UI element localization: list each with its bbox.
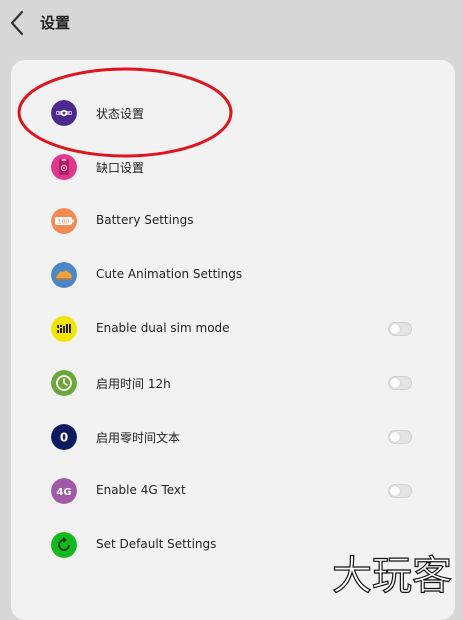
toggle-knob: [390, 324, 400, 334]
12h-time-toggle[interactable]: [388, 376, 412, 390]
setting-row-status[interactable]: 状态设置: [11, 86, 455, 140]
toggle-knob: [390, 378, 400, 388]
svg-text:0: 0: [60, 431, 68, 445]
setting-label: Battery Settings: [96, 213, 194, 227]
toggle-knob: [390, 486, 400, 496]
4g-text-toggle[interactable]: [388, 484, 412, 498]
chevron-left-icon: [10, 10, 24, 36]
zero-time-text-toggle[interactable]: [388, 430, 412, 444]
setting-label: 状态设置: [96, 107, 145, 121]
4g-icon: 4G: [51, 478, 77, 504]
dual-sim-icon: [51, 316, 77, 342]
clock-icon: [51, 370, 77, 396]
svg-text:4G: 4G: [56, 487, 71, 498]
setting-label: 启用零时间文本: [96, 431, 181, 445]
page-title: 设置: [40, 14, 71, 32]
notch-icon: [51, 154, 77, 180]
dual-sim-toggle[interactable]: [388, 322, 412, 336]
setting-row-zero-time-text[interactable]: 0 启用零时间文本: [11, 410, 455, 464]
toggle-knob: [390, 432, 400, 442]
back-button[interactable]: [6, 9, 32, 37]
setting-label: 缺口设置: [96, 161, 145, 175]
status-bar-icon: [51, 100, 77, 126]
setting-label: Set Default Settings: [96, 537, 217, 551]
zero-icon: 0: [51, 424, 77, 450]
setting-label: 启用时间 12h: [96, 377, 171, 391]
setting-row-notch[interactable]: 缺口设置: [11, 140, 455, 194]
reset-icon: [51, 532, 77, 558]
setting-label: Cute Animation Settings: [96, 267, 243, 281]
setting-label: Enable dual sim mode: [96, 321, 230, 335]
setting-label: Enable 4G Text: [96, 483, 186, 497]
setting-row-default[interactable]: Set Default Settings: [11, 518, 455, 572]
svg-text:100: 100: [58, 218, 70, 225]
setting-row-4g-text[interactable]: 4G Enable 4G Text: [11, 464, 455, 518]
battery-icon: 100: [51, 208, 77, 234]
setting-row-12h-time[interactable]: 启用时间 12h: [11, 356, 455, 410]
setting-row-dual-sim[interactable]: Enable dual sim mode: [11, 302, 455, 356]
setting-row-animation[interactable]: Cute Animation Settings: [11, 248, 455, 302]
setting-row-battery[interactable]: 100 Battery Settings: [11, 194, 455, 248]
settings-list: 状态设置 缺口设置 100 Battery Settings Cute Anim…: [11, 60, 455, 620]
animation-icon: [51, 262, 77, 288]
header-bar: 设置: [0, 0, 463, 46]
